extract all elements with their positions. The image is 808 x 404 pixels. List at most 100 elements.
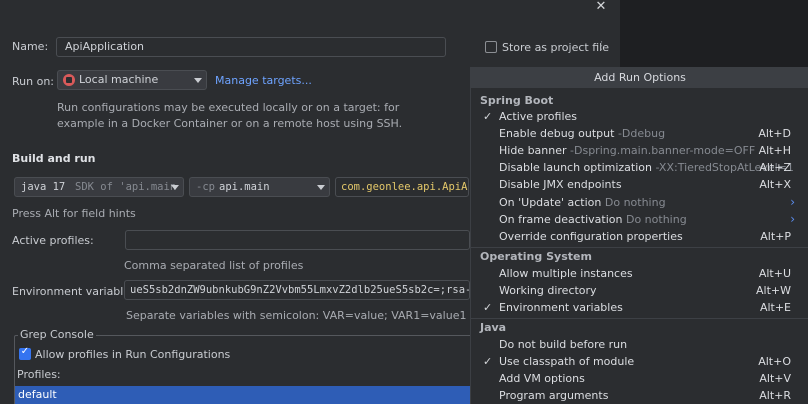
alt-hint: Press Alt for field hints	[12, 207, 136, 220]
env-vars-value: ueS5sb2dnZW9ubnkubG9nZ2Vvbm55LmxvZ2dlb25…	[130, 284, 470, 296]
active-profiles-field[interactable]	[125, 230, 470, 250]
menu-item-on-update-action[interactable]: On 'Update' action Do nothing ›	[471, 194, 808, 211]
check-icon: ✓	[20, 346, 30, 357]
menu-item-text: Program arguments	[499, 387, 608, 404]
checkmark-icon: ✓	[483, 355, 493, 369]
menu-item-text: On 'Update' action Do nothing	[499, 194, 666, 211]
menu-item-active-profiles[interactable]: ✓ Active profiles	[471, 108, 808, 125]
menu-item-do-not-build-before-run[interactable]: Do not build before run	[471, 336, 808, 353]
main-class-value: com.geonlee.api.ApiApp	[341, 181, 469, 193]
menu-item-hide-banner[interactable]: Hide banner -Dspring.main.banner-mode=OF…	[471, 142, 808, 159]
section-spring-boot: Spring Boot	[480, 94, 554, 107]
menu-item-text: Override configuration properties	[499, 228, 683, 245]
run-configuration-window: ✕ Name: ApiApplication Run on: Local mac…	[0, 0, 808, 404]
menu-item-label: On frame deactivation	[499, 212, 623, 226]
menu-item-label: Working directory	[499, 284, 597, 298]
menu-item-enable-debug-output[interactable]: Enable debug output -Ddebug Alt+D	[471, 125, 808, 142]
popup-title: Add Run Options	[471, 67, 808, 88]
close-icon[interactable]: ✕	[589, 0, 613, 16]
jdk-dropdown[interactable]: java 17 SDK of 'api.main	[14, 177, 184, 197]
menu-item-label: Environment variables	[499, 301, 623, 315]
name-field-value: ApiApplication	[65, 40, 145, 53]
store-as-project-file-label: Store as project file	[502, 41, 609, 54]
menu-item-label: Allow multiple instances	[499, 267, 633, 280]
shortcut-label: Alt+E	[759, 301, 791, 315]
active-profiles-label: Active profiles:	[12, 234, 94, 247]
checkmark-icon: ✓	[483, 110, 493, 123]
shortcut-label: Alt+D	[758, 127, 791, 141]
menu-item-override-configuration-properties[interactable]: Override configuration properties Alt+P	[471, 228, 808, 245]
run-on-value: Local machine	[79, 73, 159, 86]
menu-item-allow-multiple-instances[interactable]: Allow multiple instances Alt+U	[471, 265, 808, 282]
manage-targets-link[interactable]: Manage targets...	[215, 74, 312, 87]
menu-item-text: On frame deactivation Do nothing	[499, 211, 687, 228]
run-on-dropdown[interactable]: Local machine	[57, 70, 207, 90]
menu-item-label: Disable JMX endpoints	[499, 178, 622, 192]
profile-list-item-selected[interactable]: default	[15, 386, 470, 404]
chevron-down-icon	[171, 185, 179, 190]
run-on-hint-line-1: Run configurations may be executed local…	[57, 101, 400, 114]
menu-item-working-directory[interactable]: Working directory Alt+W	[471, 282, 808, 299]
run-on-hint-line-2: example in a Docker Container or on a re…	[57, 117, 403, 130]
menu-item-text: Enable debug output -Ddebug	[499, 125, 665, 142]
menu-item-text: Hide banner -Dspring.main.banner-mode=OF…	[499, 142, 755, 159]
menu-item-text: Allow multiple instances	[499, 265, 633, 282]
menu-item-add-vm-options[interactable]: Add VM options Alt+V	[471, 370, 808, 387]
profiles-label: Profiles:	[17, 368, 61, 381]
shortcut-label: Alt+U	[758, 267, 791, 280]
menu-item-program-arguments[interactable]: Program arguments Alt+R	[471, 387, 808, 404]
more-icon[interactable]: ⋮	[596, 39, 607, 52]
shortcut-label: Alt+H	[758, 144, 791, 158]
menu-item-text: Do not build before run	[499, 336, 627, 353]
checkmark-icon: ✓	[483, 301, 493, 315]
jdk-hint: SDK of 'api.main	[75, 181, 177, 193]
divider	[471, 318, 808, 319]
menu-item-text: Disable launch optimization -XX:TieredSt…	[499, 159, 794, 176]
menu-item-label: Active profiles	[499, 110, 577, 123]
menu-item-text: Disable JMX endpoints	[499, 176, 622, 193]
run-on-label: Run on:	[12, 75, 54, 88]
divider	[471, 247, 808, 248]
menu-item-description: Do nothing	[625, 212, 687, 226]
env-vars-field[interactable]: ueS5sb2dnZW9ubnkubG9nZ2Vvbm55LmxvZ2dlb25…	[124, 280, 470, 300]
chevron-down-icon	[194, 78, 202, 83]
menu-item-use-classpath-of-module[interactable]: ✓ Use classpath of module Alt+O	[471, 353, 808, 370]
menu-item-text: Add VM options	[499, 370, 585, 387]
menu-item-label: Program arguments	[499, 389, 609, 403]
menu-item-text: Working directory	[499, 282, 597, 299]
menu-item-text: Active profiles	[499, 108, 577, 125]
profile-list-item-label: default	[18, 388, 57, 401]
name-field[interactable]: ApiApplication	[56, 37, 446, 57]
shortcut-label: Alt+R	[759, 389, 791, 403]
menu-item-on-frame-deactivation[interactable]: On frame deactivation Do nothing ›	[471, 211, 808, 228]
section-operating-system: Operating System	[480, 250, 592, 263]
name-label: Name:	[12, 40, 49, 53]
menu-item-label: Hide banner	[499, 144, 567, 158]
menu-item-description: -Ddebug	[617, 127, 666, 141]
grep-console-title: Grep Console	[18, 328, 96, 341]
section-java: Java	[480, 321, 507, 334]
menu-item-label: Disable launch optimization	[499, 161, 652, 175]
menu-item-text: Environment variables	[499, 299, 623, 316]
store-as-project-file-checkbox[interactable]	[485, 41, 497, 53]
menu-item-environment-variables[interactable]: ✓ Environment variables Alt+E	[471, 299, 808, 316]
jdk-name: java 17	[21, 181, 66, 193]
build-and-run-heading: Build and run	[12, 152, 96, 165]
allow-profiles-label: Allow profiles in Run Configurations	[35, 348, 231, 361]
add-run-options-popup: Add Run Options Spring Boot ✓ Active prof…	[470, 67, 808, 404]
classpath-prefix: -cp	[196, 181, 215, 193]
classpath-value: api.main	[219, 181, 270, 193]
menu-item-disable-launch-optimization[interactable]: Disable launch optimization -XX:TieredSt…	[471, 159, 808, 176]
local-machine-icon-inner	[66, 77, 72, 83]
main-class-field[interactable]: com.geonlee.api.ApiApp	[335, 177, 469, 197]
menu-item-disable-jmx-endpoints[interactable]: Disable JMX endpoints Alt+X	[471, 176, 808, 193]
chevron-right-icon: ›	[790, 194, 795, 209]
shortcut-label: Alt+P	[760, 229, 791, 243]
chevron-down-icon	[317, 185, 325, 190]
env-vars-hint: Separate variables with semicolon: VAR=v…	[126, 309, 467, 322]
shortcut-label: Alt+V	[759, 372, 791, 386]
menu-item-label: Override configuration properties	[499, 229, 683, 243]
classpath-dropdown[interactable]: -cp api.main	[189, 177, 330, 197]
env-vars-label: Environment variables:	[12, 285, 140, 298]
active-profiles-hint: Comma separated list of profiles	[124, 259, 304, 272]
